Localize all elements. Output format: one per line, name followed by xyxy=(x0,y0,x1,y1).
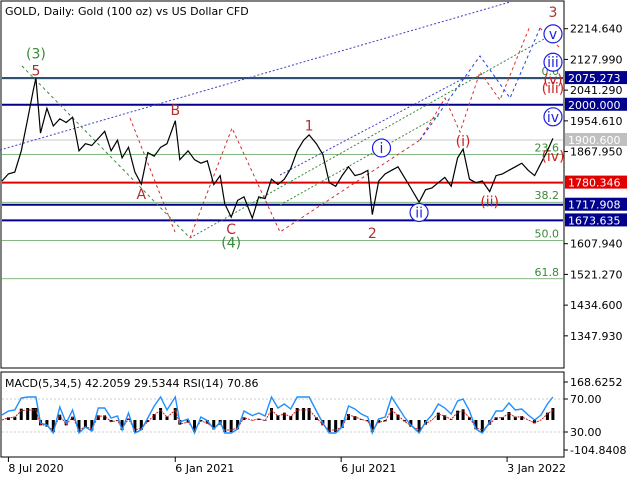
indicator-tick-label: -104.8408 xyxy=(570,444,626,457)
indicator-tick-label: 30.00 xyxy=(570,426,602,439)
wave-label-(iv): (iv) xyxy=(541,149,564,165)
date-tick-label: 8 Jul 2020 xyxy=(8,462,63,475)
wave-label-5: 5 xyxy=(31,63,40,79)
level-tag-text-1780.346: 1780.346 xyxy=(568,177,621,190)
date-tick-label: 6 Jul 2021 xyxy=(341,462,396,475)
level-tag-text-1673.635: 1673.635 xyxy=(568,214,621,227)
fib-label-50.0: 50.0 xyxy=(535,227,560,240)
price-tick-label: 1347.930 xyxy=(570,330,623,343)
wave-label-i: i xyxy=(380,141,384,157)
wave-label-1: 1 xyxy=(305,118,314,134)
wave-label-(ii): (ii) xyxy=(480,195,499,211)
indicator-tick-label: 168.6252 xyxy=(570,376,623,389)
indicator-tick-label: 70.00 xyxy=(570,393,602,406)
price-tick-label: 1867.950 xyxy=(570,146,623,159)
wave-label-iii: iii xyxy=(547,55,559,71)
price-tick-label: 2214.640 xyxy=(570,23,623,36)
price-tick-label: 1607.940 xyxy=(570,238,623,251)
wave-label-iv: iv xyxy=(547,110,559,126)
level-tag-text-1900.600: 1900.600 xyxy=(568,134,621,147)
wave-label-3: 3 xyxy=(549,5,558,21)
wave-label-A: A xyxy=(137,187,147,203)
price-tick-label: 1954.610 xyxy=(570,115,623,128)
wave-label-B: B xyxy=(170,103,180,119)
level-tag-text-2000.000: 2000.000 xyxy=(568,99,621,112)
chart-title: GOLD, Daily: Gold (100 oz) vs US Dollar … xyxy=(5,5,249,18)
gold-daily-chart: 0.023.638.250.061.8 (3)5ABC(4)12iii(i)(i… xyxy=(0,0,640,480)
wave-label-ii: ii xyxy=(415,205,423,221)
indicator-label: MACD(5,34,5) 42.2059 29.5344 RSI(14) 70.… xyxy=(5,377,258,390)
price-tick-label: 1521.270 xyxy=(570,268,623,281)
date-tick-label: 6 Jan 2021 xyxy=(175,462,234,475)
level-tag-text-2075.273: 2075.273 xyxy=(568,72,621,85)
wave-label-(i): (i) xyxy=(456,134,471,150)
fib-label-61.8: 61.8 xyxy=(535,266,560,279)
fib-label-38.2: 38.2 xyxy=(535,189,560,202)
wave-label-(3): (3) xyxy=(26,46,46,62)
price-tick-label: 1434.600 xyxy=(570,299,623,312)
wave-label-v: v xyxy=(549,27,557,43)
level-tag-text-1717.908: 1717.908 xyxy=(568,199,621,212)
price-tick-label: 2127.990 xyxy=(570,53,623,66)
wave-label-2: 2 xyxy=(368,226,377,242)
wave-label-(4): (4) xyxy=(221,235,241,251)
price-tick-label: 2041.290 xyxy=(570,84,623,97)
wave-label-(v): (v) xyxy=(543,72,562,88)
date-tick-label: 3 Jan 2022 xyxy=(507,462,566,475)
